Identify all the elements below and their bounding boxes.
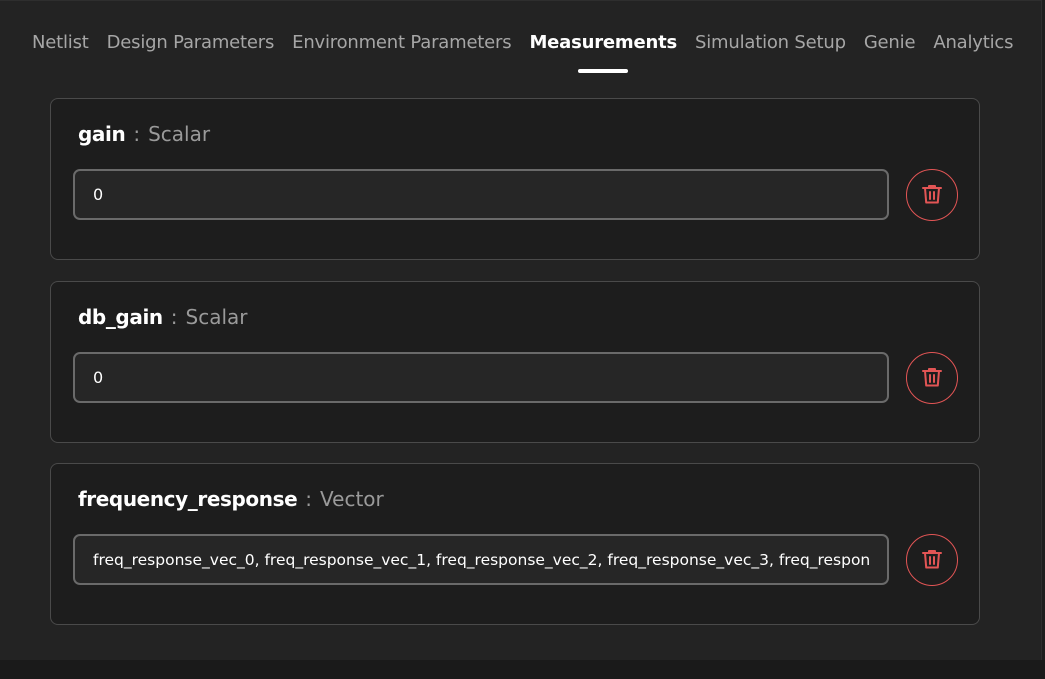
measurement-name: db_gain (78, 305, 163, 329)
tab-design-parameters[interactable]: Design Parameters (107, 31, 275, 75)
tab-genie[interactable]: Genie (864, 31, 916, 75)
measurement-header: frequency_response: Vector (78, 486, 384, 512)
measurement-header: db_gain: Scalar (78, 304, 247, 330)
measurement-name: frequency_response (78, 487, 298, 511)
measurement-value-input[interactable] (73, 169, 889, 220)
measurement-separator: : (305, 487, 313, 511)
tab-environment-parameters[interactable]: Environment Parameters (292, 31, 511, 75)
measurements-panel: Netlist Design Parameters Environment Pa… (0, 0, 1042, 660)
measurement-header: gain: Scalar (78, 121, 210, 147)
measurement-card-db-gain: db_gain: Scalar (50, 281, 980, 443)
trash-icon (920, 182, 944, 209)
measurement-separator: : (133, 122, 141, 146)
measurement-type: Vector (320, 487, 384, 511)
delete-measurement-button[interactable] (906, 534, 958, 586)
tab-simulation-setup[interactable]: Simulation Setup (695, 31, 846, 75)
delete-measurement-button[interactable] (906, 169, 958, 221)
measurement-card-gain: gain: Scalar (50, 98, 980, 260)
trash-icon (920, 547, 944, 574)
tab-measurements[interactable]: Measurements (529, 31, 677, 75)
delete-measurement-button[interactable] (906, 352, 958, 404)
tab-bar: Netlist Design Parameters Environment Pa… (32, 31, 1031, 75)
measurement-value-input[interactable] (73, 534, 889, 585)
trash-icon (920, 365, 944, 392)
tab-analytics[interactable]: Analytics (933, 31, 1013, 75)
tab-netlist[interactable]: Netlist (32, 31, 89, 75)
measurement-value-input[interactable] (73, 352, 889, 403)
measurement-type: Scalar (185, 305, 248, 329)
measurement-type: Scalar (148, 122, 211, 146)
measurement-card-frequency-response: frequency_response: Vector (50, 463, 980, 625)
bottom-strip (0, 660, 1045, 679)
measurement-name: gain (78, 122, 126, 146)
measurement-separator: : (170, 305, 178, 329)
